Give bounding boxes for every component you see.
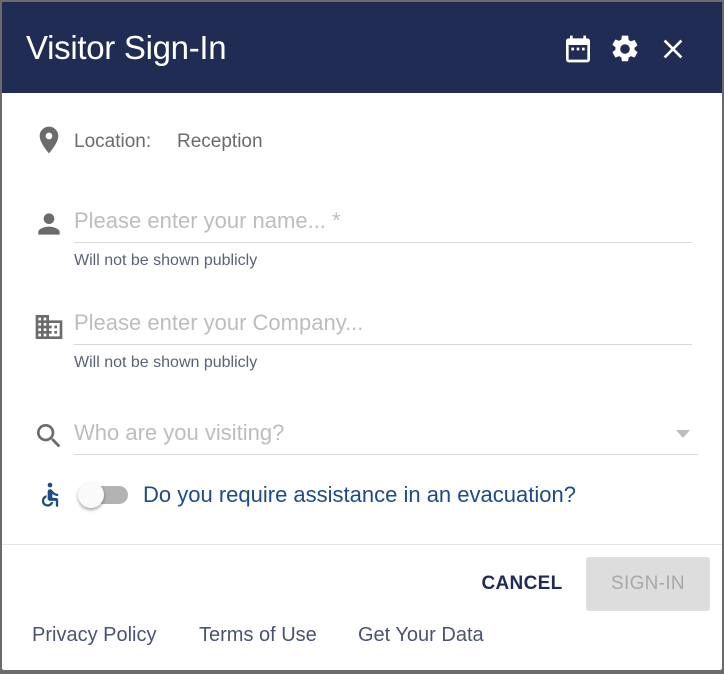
get-your-data-link[interactable]: Get Your Data xyxy=(358,624,484,647)
dialog-title: Visitor Sign-In xyxy=(26,29,227,66)
gear-icon[interactable] xyxy=(609,33,641,65)
company-input[interactable] xyxy=(74,310,692,345)
calendar-icon[interactable] xyxy=(562,33,594,65)
visiting-select[interactable] xyxy=(74,420,698,455)
name-input[interactable] xyxy=(74,208,692,243)
visitor-sign-in-dialog: Visitor Sign-In Location: Reception Will… xyxy=(2,2,722,670)
dialog-header: Visitor Sign-In xyxy=(2,2,722,93)
accessibility-icon xyxy=(36,479,64,511)
person-icon xyxy=(33,208,65,240)
terms-of-use-link[interactable]: Terms of Use xyxy=(199,624,317,647)
toggle-thumb xyxy=(78,482,104,508)
footer-divider xyxy=(2,544,722,545)
name-helper-text: Will not be shown publicly xyxy=(74,252,258,269)
close-icon[interactable] xyxy=(657,33,689,65)
privacy-policy-link[interactable]: Privacy Policy xyxy=(32,624,156,647)
company-helper-text: Will not be shown publicly xyxy=(74,354,258,371)
sign-in-button[interactable]: SIGN-IN xyxy=(586,557,710,611)
location-value: Reception xyxy=(177,131,263,152)
dropdown-arrow-icon[interactable] xyxy=(676,430,690,438)
search-icon xyxy=(33,420,65,452)
evacuation-assistance-toggle[interactable] xyxy=(78,482,130,508)
evacuation-assistance-label[interactable]: Do you require assistance in an evacuati… xyxy=(143,482,576,508)
cancel-button[interactable]: CANCEL xyxy=(468,558,576,610)
location-pin-icon xyxy=(33,124,65,156)
location-label: Location: xyxy=(74,131,152,152)
building-icon xyxy=(33,311,65,343)
